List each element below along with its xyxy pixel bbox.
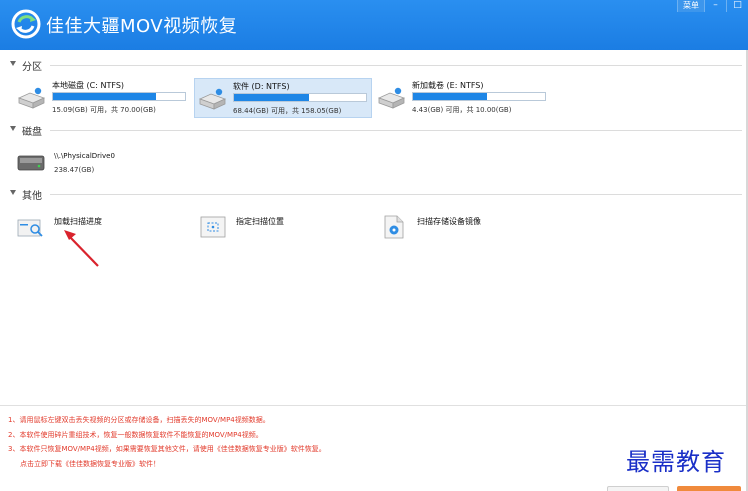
scan-device-image[interactable]: 扫描存储设备镜像 (379, 214, 549, 242)
section-divider (50, 65, 742, 66)
partition-name: 新加载卷 (E: NTFS) (412, 81, 484, 90)
note-line: 2、本软件使用碎片重组技术，恢复一般数据恢复软件不能恢复的MOV/MP4视频。 (8, 430, 263, 439)
footer-button-secondary[interactable] (607, 486, 669, 491)
partition-d[interactable]: 软件 (D: NTFS) 68.44(GB) 可用，共 158.05(GB) (194, 78, 372, 118)
footer-button-primary[interactable] (677, 486, 741, 491)
physical-disk-icon (17, 155, 45, 171)
notes-panel: 1、请用鼠标左键双击丢失视频的分区或存储设备，扫描丢失的MOV/MP4视频数据。… (8, 413, 568, 471)
partition-size: 4.43(GB) 可用，共 10.00(GB) (412, 106, 512, 114)
partition-name: 本地磁盘 (C: NTFS) (52, 81, 125, 90)
section-disks-label: 磁盘 (22, 127, 42, 138)
scan-device-image-icon (384, 215, 404, 239)
section-disks[interactable]: 磁盘 (0, 123, 748, 138)
collapse-caret-icon[interactable] (10, 190, 16, 195)
disk-name: \\.\PhysicalDrive0 (54, 152, 115, 160)
section-divider (50, 194, 742, 195)
section-others-label: 其他 (22, 191, 42, 202)
download-pro-link[interactable]: 点击立即下载《佳佳数据恢复专业版》软件！ (8, 457, 568, 472)
hard-drive-icon (377, 87, 406, 109)
section-partitions-label: 分区 (22, 62, 42, 73)
notes-divider (0, 405, 748, 406)
app-title: 佳佳大疆MOV视频恢复 (46, 16, 238, 37)
partition-size: 15.09(GB) 可用，共 70.00(GB) (52, 106, 156, 114)
title-bar: 佳佳大疆MOV视频恢复 菜单 – □ (0, 0, 748, 50)
note-line: 1、请用鼠标左键双击丢失视频的分区或存储设备，扫描丢失的MOV/MP4视频数据。 (8, 416, 270, 424)
section-divider (50, 130, 742, 131)
app-logo-icon (11, 9, 41, 39)
disk-size: 238.47(GB) (54, 166, 95, 174)
menu-button[interactable]: 菜单 (677, 0, 704, 12)
partition-e[interactable]: 新加载卷 (E: NTFS) 4.43(GB) 可用，共 10.00(GB) (374, 78, 552, 118)
specify-scan-location[interactable]: 指定扫描位置 (198, 214, 368, 242)
usage-bar-fill (413, 93, 487, 100)
hard-drive-icon (198, 88, 227, 110)
watermark-text: 最需教育 (626, 448, 726, 476)
collapse-caret-icon[interactable] (10, 61, 16, 66)
hard-drive-icon (17, 87, 46, 109)
physical-disk-0[interactable]: \\.\PhysicalDrive0 238.47(GB) (16, 150, 216, 180)
partition-size: 68.44(GB) 可用，共 158.05(GB) (233, 107, 342, 115)
usage-bar-fill (234, 94, 310, 101)
specify-scan-location-icon (200, 216, 226, 238)
maximize-button[interactable]: □ (726, 0, 748, 12)
tool-label: 指定扫描位置 (236, 217, 284, 226)
tool-label: 扫描存储设备镜像 (417, 217, 481, 226)
usage-bar (52, 92, 186, 101)
annotation-arrow-icon (64, 230, 99, 267)
window-controls: 菜单 – □ (677, 0, 748, 12)
minimize-button[interactable]: – (704, 0, 726, 12)
partition-name: 软件 (D: NTFS) (233, 82, 290, 91)
usage-bar-fill (53, 93, 156, 100)
section-others[interactable]: 其他 (0, 187, 748, 202)
usage-bar (412, 92, 546, 101)
usage-bar (233, 93, 367, 102)
section-partitions[interactable]: 分区 (0, 58, 748, 73)
load-scan-progress-icon (17, 219, 43, 237)
note-line: 3、本软件只恢复MOV/MP4视频，如果需要恢复其他文件，请使用《佳佳数据恢复专… (8, 445, 326, 453)
collapse-caret-icon[interactable] (10, 126, 16, 131)
partition-c[interactable]: 本地磁盘 (C: NTFS) 15.09(GB) 可用，共 70.00(GB) (14, 78, 192, 118)
